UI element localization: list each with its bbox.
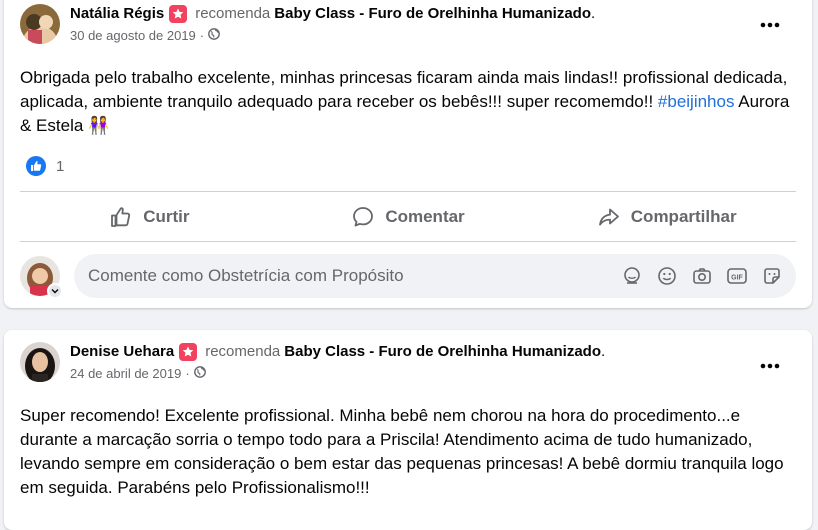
post-card: Denise Uehara recomenda Baby Class - Fur…	[4, 330, 812, 530]
author-avatar[interactable]	[20, 4, 60, 44]
post-text: Obrigada pelo trabalho excelente, minhas…	[20, 66, 796, 138]
recommend-verb: recomenda	[205, 343, 281, 360]
post-date[interactable]: 30 de agosto de 2019	[70, 27, 196, 45]
comment-input[interactable]: Comente como Obstetrícia com Propósito G…	[74, 254, 796, 298]
comment-bubble-icon	[353, 207, 374, 227]
recommend-verb: recomenda	[195, 5, 271, 22]
reaction-count: 1	[56, 157, 65, 175]
author-name[interactable]: Natália Régis	[70, 4, 164, 24]
post-header: Natália Régis recomenda Baby Class - Fur…	[20, 4, 595, 45]
more-horizontal-icon[interactable]	[756, 11, 784, 39]
post-date[interactable]: 24 de abril de 2019	[70, 365, 181, 383]
divider	[20, 191, 796, 192]
emoji-icon[interactable]	[655, 264, 679, 288]
post-actions: Curtir Comentar Compartilhar	[20, 195, 796, 239]
star-badge-icon	[179, 343, 198, 361]
composer-icons: GIF	[609, 264, 784, 288]
share-label: Compartilhar	[630, 207, 737, 226]
globe-icon	[208, 27, 221, 45]
header-line: Natália Régis recomenda Baby Class - Fur…	[70, 4, 595, 24]
author-avatar[interactable]	[20, 342, 60, 382]
star-badge-icon	[169, 5, 188, 23]
chevron-down-icon[interactable]	[47, 283, 63, 299]
comment-composer: Comente como Obstetrícia com Propósito G…	[20, 254, 796, 299]
like-button[interactable]: Curtir	[20, 195, 279, 239]
post-text: Super recomendo! Excelente profissional.…	[20, 406, 784, 497]
gif-icon[interactable]: GIF	[725, 264, 749, 288]
share-button[interactable]: Compartilhar	[537, 195, 796, 239]
meta-separator: ·	[185, 366, 190, 381]
page-name-link[interactable]: Baby Class - Furo de Orelhinha Humanizad…	[284, 342, 601, 362]
divider	[20, 241, 796, 242]
comment-button[interactable]: Comentar	[279, 195, 538, 239]
like-outline-icon	[111, 207, 131, 227]
comment-placeholder: Comente como Obstetrícia com Propósito	[88, 266, 404, 285]
post-meta: 24 de abril de 2019 ·	[70, 365, 605, 383]
svg-text:GIF: GIF	[731, 275, 743, 282]
meta-separator: ·	[199, 28, 205, 43]
camera-icon[interactable]	[690, 264, 714, 288]
author-name[interactable]: Denise Uehara	[70, 342, 174, 362]
page-name-link[interactable]: Baby Class - Furo de Orelhinha Humanizad…	[274, 4, 591, 24]
hashtag-link[interactable]: #beijinhos	[658, 92, 735, 111]
sticker-icon[interactable]	[760, 264, 784, 288]
like-label: Curtir	[143, 207, 190, 226]
header-period: .	[601, 343, 606, 360]
reaction-summary[interactable]: 1	[26, 156, 64, 176]
globe-icon	[193, 365, 206, 383]
emoji: 👭	[88, 116, 110, 135]
more-horizontal-icon[interactable]	[756, 352, 784, 380]
comment-label: Comentar	[385, 207, 465, 226]
thumbs-up-icon	[26, 156, 46, 176]
commenter-avatar[interactable]	[20, 256, 63, 299]
header-line: Denise Uehara recomenda Baby Class - Fur…	[70, 342, 605, 362]
header-period: .	[591, 5, 596, 22]
avatar-sticker-icon[interactable]	[620, 264, 644, 288]
post-header: Denise Uehara recomenda Baby Class - Fur…	[20, 342, 605, 383]
post-card: Natália Régis recomenda Baby Class - Fur…	[4, 0, 812, 308]
share-arrow-icon	[598, 208, 619, 226]
post-meta: 30 de agosto de 2019 ·	[70, 27, 595, 45]
